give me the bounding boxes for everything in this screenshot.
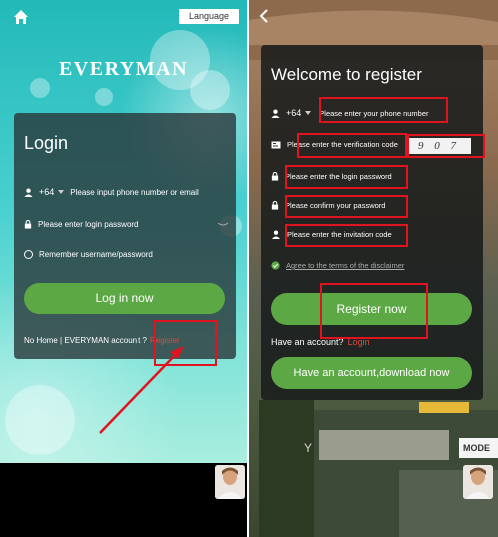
country-code[interactable]: +64 [286,108,301,118]
building-text: Y [304,441,312,455]
highlight-box-register-button [320,283,428,339]
bottom-bar [0,463,247,537]
avatar[interactable] [463,465,493,499]
person-icon [271,109,280,118]
check-circle-icon[interactable] [271,261,280,270]
highlight-box-confirm-password [285,195,408,218]
highlight-box-invitation [285,224,408,247]
register-title: Welcome to register [271,65,422,84]
shop-sign: MODE [459,438,498,458]
agree-row[interactable]: Agree to the terms of the disclaimer [271,261,404,270]
highlight-box-phone [319,97,448,123]
arrow-icon [99,346,184,434]
chevron-down-icon[interactable] [305,111,312,115]
register-screen: Y MODE Welcome to register +64 Please en… [249,0,498,537]
login-screen: Language EVERYMAN Login +64 Please input… [0,0,247,537]
street-sign [419,402,469,413]
lock-icon [271,201,279,210]
download-button[interactable]: Have an account,download now [271,357,472,389]
highlight-box-captcha [407,134,485,158]
card-icon [271,141,281,148]
lock-icon [271,172,279,181]
highlight-box-verification [297,133,407,158]
person-badge-icon [271,230,281,239]
back-icon[interactable] [258,8,270,24]
highlight-box-login-password [285,165,408,189]
avatar[interactable] [215,465,245,499]
agree-label[interactable]: Agree to the terms of the disclaimer [286,261,404,270]
